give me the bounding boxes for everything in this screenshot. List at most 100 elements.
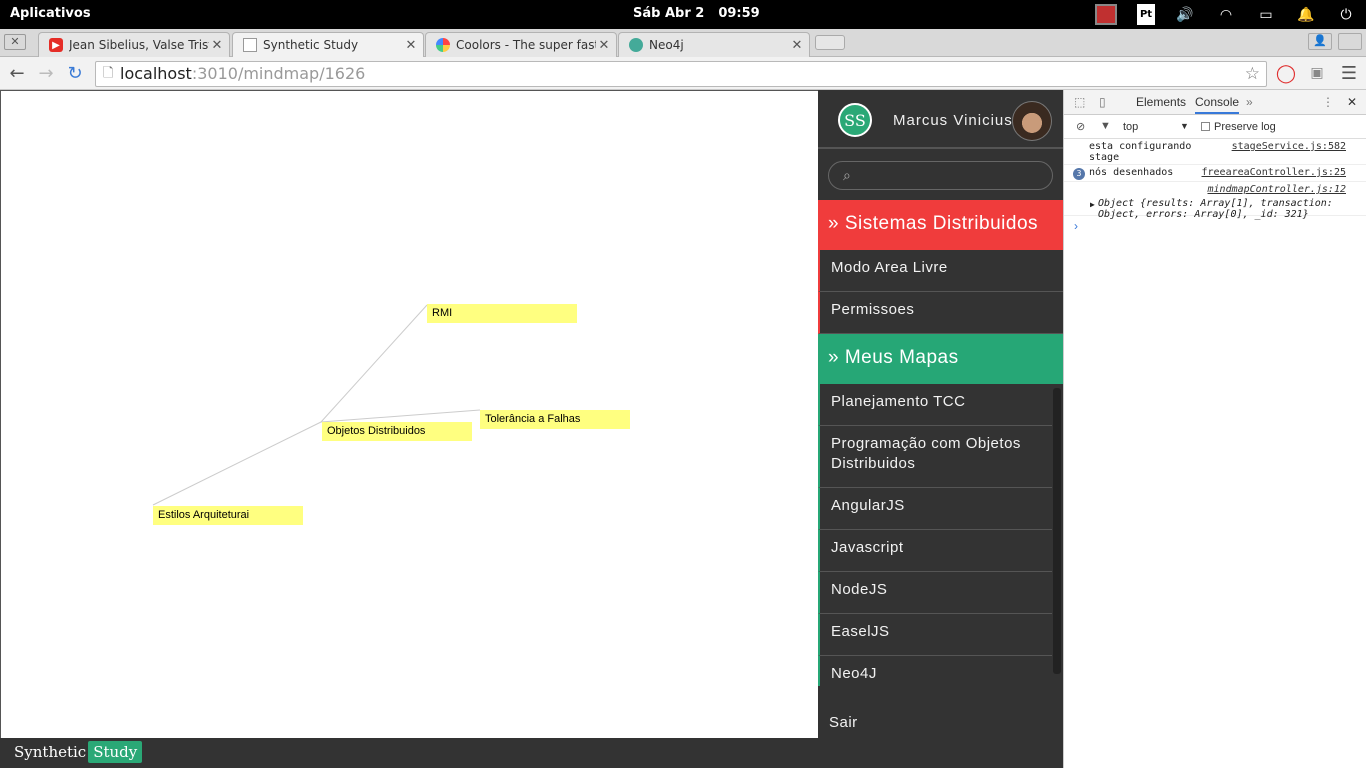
- mindmap-canvas[interactable]: RMI Tolerância a Falhas Objetos Distribu…: [0, 90, 818, 738]
- footer: Synthetic Study: [0, 738, 1063, 768]
- log-source-link[interactable]: stageService.js:582: [1232, 141, 1346, 152]
- context-dropdown-icon[interactable]: ▼: [1180, 121, 1189, 131]
- more-tabs-icon[interactable]: »: [1246, 95, 1253, 109]
- browser-tab-strip: ✕ ▶ Jean Sibelius, Valse Triste ✕ Synthe…: [0, 29, 1366, 57]
- battery-icon[interactable]: ▭: [1255, 4, 1277, 25]
- page-icon: [243, 38, 257, 52]
- forward-arrow-icon[interactable]: →: [35, 62, 57, 84]
- log-source-link[interactable]: freeareaController.js:25: [1202, 167, 1347, 178]
- record-indicator-icon[interactable]: [1095, 4, 1117, 25]
- link-rmi: [320, 304, 428, 423]
- section-current-map[interactable]: » Sistemas Distribuidos: [818, 200, 1063, 250]
- brand-synthetic: Synthetic: [14, 743, 87, 761]
- filter-icon[interactable]: ▼: [1100, 120, 1111, 132]
- app-logo[interactable]: SS: [838, 103, 872, 137]
- console-log-entry: mindmapController.js:12 ▶ Object {result…: [1064, 182, 1366, 220]
- os-top-bar: Aplicativos Sáb Abr 2 09:59 Pt 🔊 ◠ ▭ 🔔 ⏻: [0, 0, 1366, 29]
- url-path: :3010/mindmap/1626: [191, 64, 366, 83]
- link-estilos: [152, 421, 322, 506]
- context-selector[interactable]: top: [1123, 121, 1138, 133]
- inspect-element-icon[interactable]: ⬚: [1074, 95, 1085, 109]
- map-item[interactable]: Neo4J: [818, 656, 1052, 686]
- close-tab-icon[interactable]: ✕: [596, 38, 612, 53]
- devtools-menu-icon[interactable]: ⋮: [1322, 95, 1334, 109]
- mindmap-node[interactable]: Tolerância a Falhas: [480, 410, 630, 429]
- console-filter-bar: ⊘ ▼ top ▼ Preserve log: [1064, 115, 1366, 139]
- url-host: localhost: [120, 64, 192, 83]
- mindmap-node[interactable]: Estilos Arquiteturai: [153, 506, 303, 525]
- tab-neo4j[interactable]: Neo4j ✕: [618, 32, 810, 57]
- console-log-entry: esta configurando stage stageService.js:…: [1064, 139, 1366, 165]
- applications-menu[interactable]: Aplicativos: [10, 6, 91, 21]
- user-name: Marcus Vinicius: [893, 112, 1013, 129]
- brand-study: Study: [88, 741, 143, 763]
- log-source-link[interactable]: mindmapController.js:12: [1208, 184, 1346, 195]
- maps-scrollbar[interactable]: [1053, 388, 1061, 674]
- wifi-icon[interactable]: ◠: [1215, 4, 1237, 25]
- close-devtools-icon[interactable]: ✕: [1347, 95, 1357, 109]
- tab-title: Synthetic Study: [263, 38, 359, 52]
- back-arrow-icon[interactable]: ←: [6, 62, 28, 84]
- devtools-panel: ⬚ ▯ Elements Console » ⋮ ✕ ⊘ ▼ top ▼ Pre…: [1063, 90, 1366, 768]
- mindmap-node[interactable]: RMI: [427, 304, 577, 323]
- map-item[interactable]: Planejamento TCC: [818, 384, 1052, 426]
- preserve-log-checkbox[interactable]: [1201, 122, 1210, 131]
- logout-link[interactable]: Sair: [829, 714, 858, 731]
- tab-title: Coolors - The super fast color: [456, 38, 596, 52]
- preserve-log-label: Preserve log: [1214, 121, 1276, 133]
- youtube-icon: ▶: [49, 38, 63, 52]
- tab-synthetic-study[interactable]: Synthetic Study ✕: [232, 32, 424, 57]
- avatar[interactable]: [1012, 101, 1052, 141]
- object-preview-line[interactable]: Object {results: Array[1], transaction:: [1098, 198, 1362, 209]
- coolors-icon: [436, 38, 450, 52]
- extension-icon[interactable]: ▣: [1306, 62, 1328, 84]
- menu-item-permissoes[interactable]: Permissoes: [818, 292, 1063, 334]
- console-log-entry: 3 nós desenhados freeareaController.js:2…: [1064, 165, 1366, 182]
- repeat-count-badge: 3: [1073, 168, 1085, 180]
- window-close-icon[interactable]: ✕: [4, 34, 26, 50]
- neo4j-icon: [629, 38, 643, 52]
- search-input[interactable]: ⌕: [828, 161, 1053, 190]
- notifications-bell-icon[interactable]: 🔔: [1296, 4, 1316, 25]
- power-icon[interactable]: ⏻: [1336, 4, 1356, 25]
- profile-icon[interactable]: 👤: [1308, 33, 1332, 50]
- volume-icon[interactable]: 🔊: [1174, 4, 1196, 25]
- search-icon: ⌕: [843, 167, 851, 183]
- sidebar-header: SS Marcus Vinicius: [818, 90, 1063, 149]
- new-tab-button[interactable]: [815, 35, 845, 50]
- bookmark-star-icon[interactable]: ☆: [1245, 62, 1260, 86]
- map-item[interactable]: Programação com Objetos Distribuidos: [818, 426, 1052, 488]
- close-tab-icon[interactable]: ✕: [789, 38, 805, 53]
- browser-toolbar: ← → ↻ 🗋 localhost:3010/mindmap/1626 ☆ ◯ …: [0, 57, 1366, 90]
- map-item[interactable]: AngularJS: [818, 488, 1052, 530]
- section-my-maps[interactable]: » Meus Mapas: [818, 334, 1063, 384]
- address-bar[interactable]: 🗋 localhost:3010/mindmap/1626 ☆: [95, 61, 1267, 87]
- menu-hamburger-icon[interactable]: ☰: [1338, 62, 1360, 84]
- map-item[interactable]: Javascript: [818, 530, 1052, 572]
- close-tab-icon[interactable]: ✕: [403, 38, 419, 53]
- map-item[interactable]: EaselJS: [818, 614, 1052, 656]
- page-info-icon[interactable]: 🗋: [103, 62, 113, 86]
- map-item[interactable]: NodeJS: [818, 572, 1052, 614]
- time-label: 09:59: [718, 6, 760, 21]
- close-tab-icon[interactable]: ✕: [209, 38, 225, 53]
- footer-brand[interactable]: Synthetic Study: [14, 741, 143, 763]
- tab-console[interactable]: Console: [1195, 95, 1240, 114]
- expand-triangle-icon[interactable]: ▶: [1090, 200, 1095, 209]
- pt-keyboard-icon[interactable]: Pt: [1137, 4, 1155, 25]
- tab-coolors[interactable]: Coolors - The super fast color ✕: [425, 32, 617, 57]
- tab-youtube[interactable]: ▶ Jean Sibelius, Valse Triste ✕: [38, 32, 230, 57]
- clock[interactable]: Sáb Abr 2 09:59: [633, 6, 760, 21]
- menu-item-modo-area-livre[interactable]: Modo Area Livre: [818, 250, 1063, 292]
- mindmap-node[interactable]: Objetos Distribuidos: [322, 422, 472, 441]
- device-mode-icon[interactable]: ▯: [1099, 95, 1106, 109]
- reload-icon[interactable]: ↻: [64, 62, 86, 84]
- devtools-tabbar: ⬚ ▯ Elements Console » ⋮ ✕: [1064, 90, 1366, 115]
- maximize-icon[interactable]: [1338, 33, 1362, 50]
- link-tolerancia: [320, 409, 481, 423]
- clear-console-icon[interactable]: ⊘: [1076, 120, 1085, 133]
- date-label: Sáb Abr 2: [633, 6, 705, 21]
- tab-elements[interactable]: Elements: [1136, 95, 1186, 109]
- opera-extension-icon[interactable]: ◯: [1275, 62, 1297, 84]
- object-preview-line[interactable]: Object, errors: Array[0], _id: 321}: [1098, 209, 1362, 220]
